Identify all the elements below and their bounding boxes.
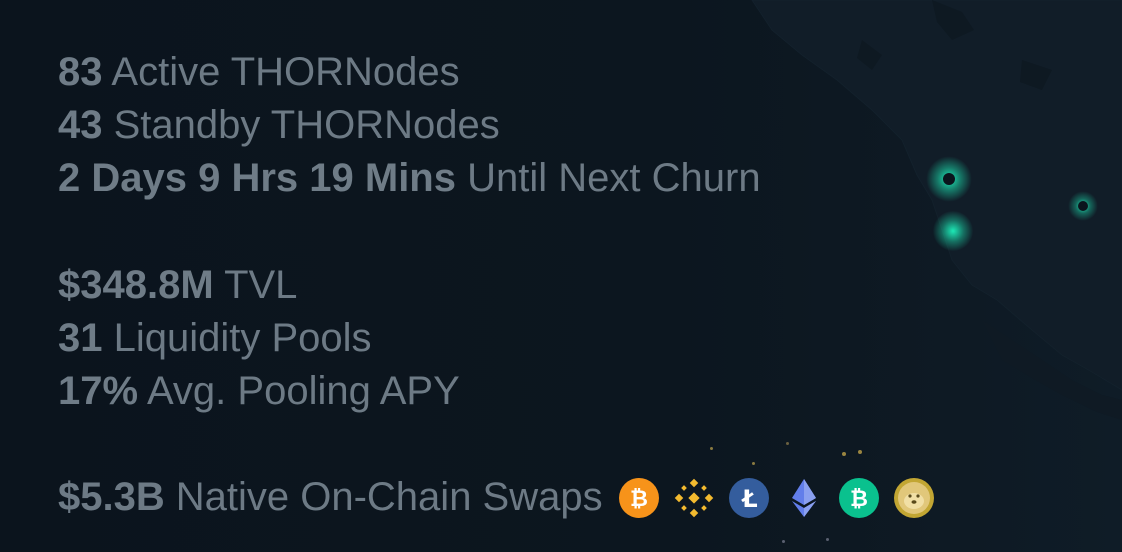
tvl-label: TVL	[224, 263, 298, 307]
swaps-stat: $5.3B Native On-Chain Swaps ₿ Ł ₿	[58, 471, 935, 524]
active-nodes-label: Active THORNodes	[111, 50, 460, 94]
tvl-stat: $348.8M TVL	[58, 259, 761, 312]
svg-text:₿: ₿	[630, 487, 648, 512]
standby-nodes-count: 43	[58, 103, 103, 147]
sparkle-dot	[826, 538, 829, 541]
sparkle-dot	[858, 450, 862, 454]
next-churn-stat: 2 Days 9 Hrs 19 Mins Until Next Churn	[58, 152, 761, 205]
standby-nodes-label: Standby THORNodes	[113, 103, 500, 147]
node-marker	[933, 211, 973, 251]
svg-text:₿: ₿	[850, 487, 868, 512]
standby-nodes-stat: 43 Standby THORNodes	[58, 99, 761, 152]
sparkle-dot	[786, 442, 789, 445]
active-nodes-count: 83	[58, 50, 103, 94]
node-marker-core	[943, 173, 955, 185]
swaps-label: Native On-Chain Swaps	[175, 475, 603, 519]
apy-stat: 17% Avg. Pooling APY	[58, 365, 761, 418]
apy-label: Avg. Pooling APY	[146, 369, 460, 413]
svg-text:Ł: Ł	[740, 485, 757, 513]
sparkle-dot	[710, 447, 713, 450]
ethereum-icon	[791, 478, 816, 517]
bitcoin-cash-icon: ₿	[838, 477, 879, 518]
next-churn-countdown: 2 Days 9 Hrs 19 Mins	[58, 156, 456, 200]
apy-value: 17%	[58, 369, 139, 413]
node-marker-core	[1078, 201, 1088, 211]
sparkle-dot	[752, 462, 755, 465]
active-nodes-stat: 83 Active THORNodes	[58, 46, 761, 99]
pools-stat: 31 Liquidity Pools	[58, 312, 761, 365]
litecoin-icon: Ł	[728, 477, 769, 518]
sparkle-dot	[842, 452, 846, 456]
bitcoin-icon: ₿	[618, 477, 659, 518]
network-stats: 83 Active THORNodes 43 Standby THORNodes…	[58, 46, 761, 418]
dogecoin-icon	[893, 477, 934, 518]
pools-label: Liquidity Pools	[113, 316, 372, 360]
tvl-value: $348.8M	[58, 263, 214, 307]
sparkle-dot	[782, 540, 785, 543]
swaps-value: $5.3B	[58, 475, 165, 519]
pools-count: 31	[58, 316, 103, 360]
supported-chains: ₿ Ł ₿	[618, 477, 935, 519]
thornode-stats-panel: 83 Active THORNodes 43 Standby THORNodes…	[0, 0, 1122, 552]
binance-icon	[674, 478, 713, 517]
next-churn-label: Until Next Churn	[467, 156, 761, 200]
